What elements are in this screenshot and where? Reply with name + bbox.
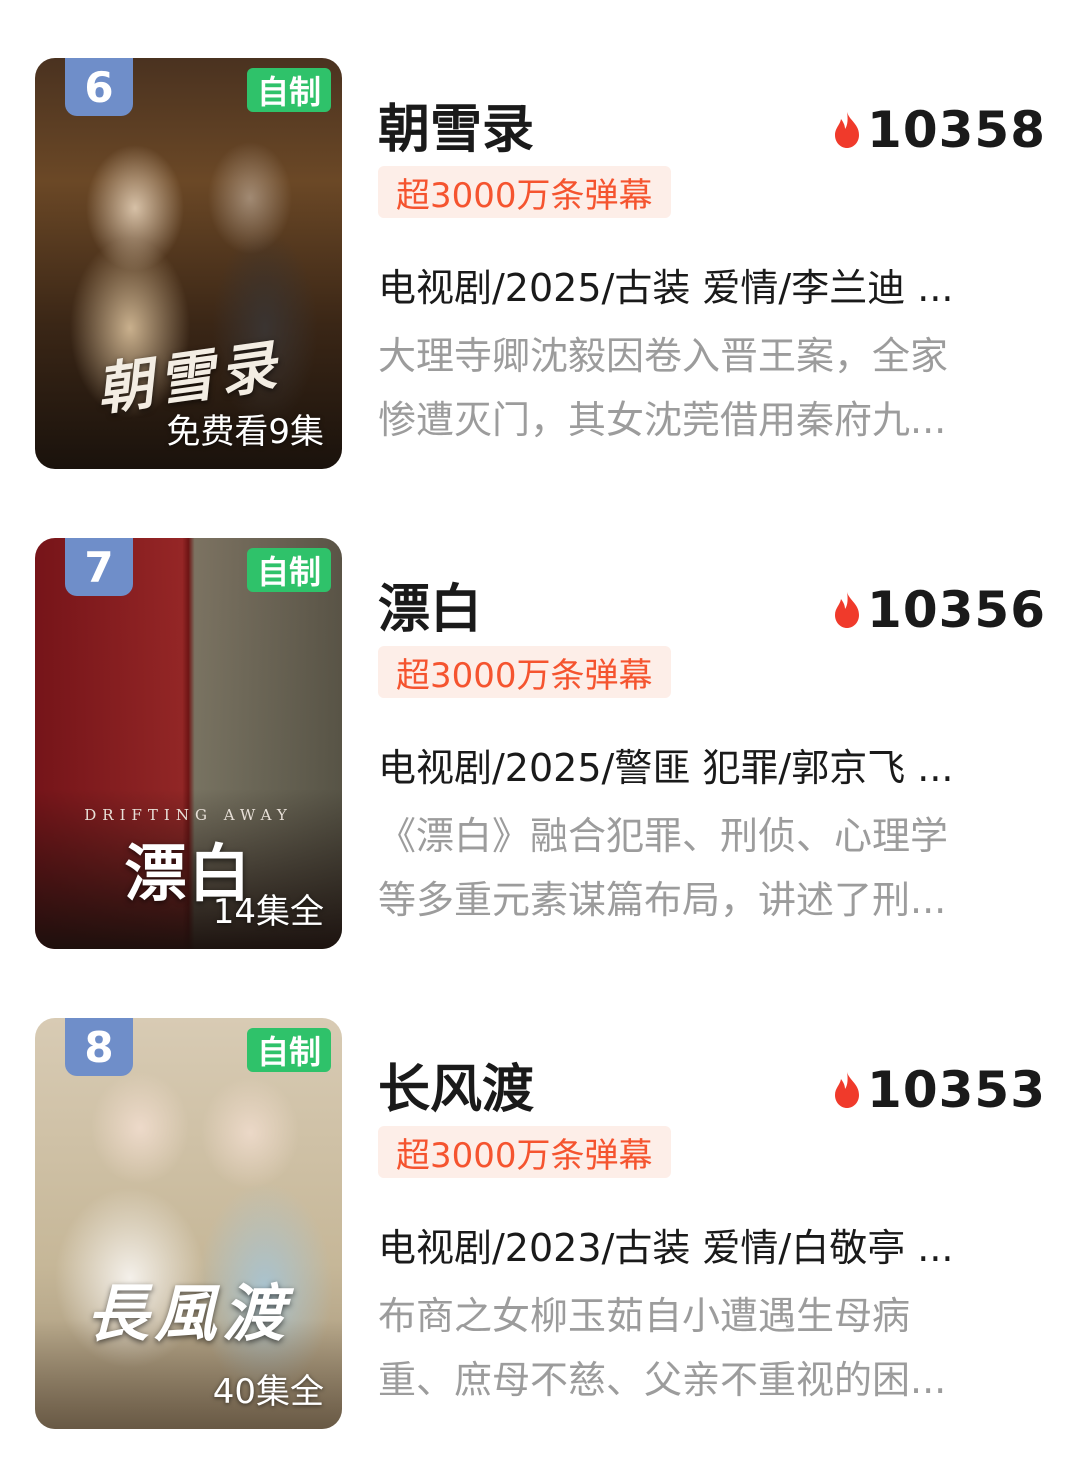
show-title[interactable]: 长风渡: [378, 1058, 534, 1122]
original-badge: 自制: [246, 1028, 331, 1072]
episode-info: 40集全: [212, 1372, 324, 1412]
description-line: 布商之女柳玉茹自小遭遇生母病: [378, 1294, 911, 1338]
list-item[interactable]: 8 自制 長風渡 40集全 长风渡 10353 超3000万条弹幕 电视剧/20…: [0, 1018, 1080, 1438]
description-line: 重、庶母不慈、父亲不重视的困...: [378, 1358, 947, 1402]
original-badge: 自制: [246, 68, 331, 112]
episode-info: 14集全: [212, 892, 324, 932]
heat-value: 10358: [867, 101, 1046, 159]
show-meta: 电视剧/2025/古装 爱情/李兰迪 ...: [378, 266, 954, 310]
poster-title-art: 長風渡: [86, 1277, 291, 1350]
rank-badge: 6: [65, 58, 133, 116]
description-line: 《漂白》融合犯罪、刑侦、心理学: [378, 814, 949, 858]
poster-image[interactable]: 8 自制 長風渡 40集全: [35, 1018, 342, 1429]
poster-image[interactable]: 7 自制 DRIFTING AWAY 漂白 14集全: [35, 538, 342, 949]
heat-value: 10356: [867, 581, 1046, 639]
fire-icon: [835, 112, 860, 148]
ranking-list: 6 自制 朝雪录 免费看9集 朝雪录 10358 超3000万条弹幕 电视剧/2…: [0, 0, 1080, 1458]
show-description: 《漂白》融合犯罪、刑侦、心理学 等多重元素谋篇布局，讲述了刑...: [378, 804, 1038, 932]
description-line: 惨遭灭门，其女沈莞借用秦府九...: [378, 398, 947, 442]
danmaku-tag: 超3000万条弹幕: [378, 166, 671, 218]
show-description: 布商之女柳玉茹自小遭遇生母病 重、庶母不慈、父亲不重视的困...: [378, 1284, 1038, 1412]
heat-value: 10353: [867, 1061, 1046, 1119]
fire-icon: [835, 1072, 860, 1108]
show-description: 大理寺卿沈毅因卷入晋王案，全家 惨遭灭门，其女沈莞借用秦府九...: [378, 324, 1038, 452]
original-badge: 自制: [246, 548, 331, 592]
list-item[interactable]: 7 自制 DRIFTING AWAY 漂白 14集全 漂白 10356 超300…: [0, 538, 1080, 958]
heat-score: 10353: [831, 1061, 1046, 1119]
danmaku-tag: 超3000万条弹幕: [378, 1126, 671, 1178]
rank-badge: 7: [65, 538, 133, 596]
show-title[interactable]: 朝雪录: [378, 98, 534, 162]
danmaku-tag: 超3000万条弹幕: [378, 646, 671, 698]
poster-english-title: DRIFTING AWAY: [84, 806, 293, 824]
show-meta: 电视剧/2025/警匪 犯罪/郭京飞 ...: [378, 746, 954, 790]
episode-info: 免费看9集: [166, 412, 324, 452]
rank-badge: 8: [65, 1018, 133, 1076]
description-line: 大理寺卿沈毅因卷入晋王案，全家: [378, 334, 949, 378]
heat-score: 10356: [831, 581, 1046, 639]
description-line: 等多重元素谋篇布局，讲述了刑...: [378, 878, 947, 922]
show-title[interactable]: 漂白: [378, 578, 482, 642]
fire-icon: [835, 592, 860, 628]
list-item[interactable]: 6 自制 朝雪录 免费看9集 朝雪录 10358 超3000万条弹幕 电视剧/2…: [0, 58, 1080, 478]
show-meta: 电视剧/2023/古装 爱情/白敬亭 ...: [378, 1226, 954, 1270]
heat-score: 10358: [831, 101, 1046, 159]
poster-image[interactable]: 6 自制 朝雪录 免费看9集: [35, 58, 342, 469]
